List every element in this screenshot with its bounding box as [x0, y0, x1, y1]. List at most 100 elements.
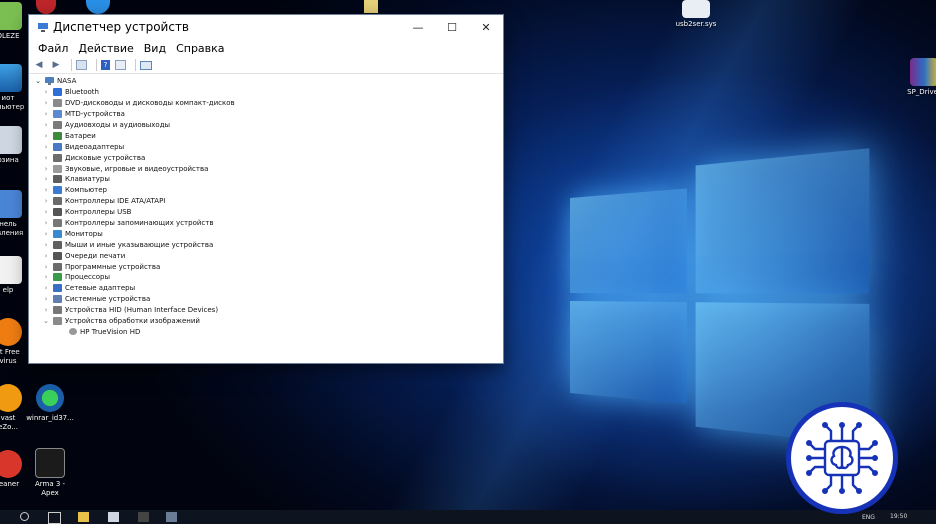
expand-chevron-icon[interactable]: ›	[41, 99, 51, 107]
expand-chevron-icon[interactable]: ›	[41, 219, 51, 227]
expand-chevron-icon[interactable]: ›	[41, 154, 51, 162]
expand-chevron-icon[interactable]: ›	[41, 241, 51, 249]
tree-item[interactable]: › DVD-дисководы и дисководы компакт-диско…	[33, 98, 503, 109]
computer-icon	[45, 77, 54, 85]
tree-item[interactable]: › Мыши и иные указывающие устройства	[33, 239, 503, 250]
device-manager-window[interactable]: Диспетчер устройств — ☐ ✕ Файл Действие …	[28, 14, 504, 364]
monitor-scan-icon[interactable]	[140, 61, 152, 70]
desktop-icon-usb2ser[interactable]: usb2ser.sys	[666, 0, 726, 29]
expand-chevron-icon[interactable]: ›	[41, 284, 51, 292]
ccleaner-icon	[0, 450, 22, 478]
desktop-icon-arma[interactable]: Arma 3 - Apex	[20, 448, 80, 498]
expand-chevron-icon[interactable]: ›	[41, 295, 51, 303]
expand-chevron-icon[interactable]: ›	[41, 306, 51, 314]
tree-item[interactable]: › Процессоры	[33, 272, 503, 283]
expand-chevron-icon[interactable]: ›	[41, 263, 51, 271]
desktop-icon-label: leaner	[0, 480, 19, 488]
collapse-chevron-icon[interactable]: ⌄	[33, 77, 43, 85]
device-category-icon	[53, 317, 62, 325]
tree-item-label: Дисковые устройства	[65, 154, 145, 162]
tree-item-label: DVD-дисководы и дисководы компакт-дисков	[65, 99, 235, 107]
collapse-chevron-icon[interactable]: ⌄	[41, 317, 51, 325]
control-panel-icon	[0, 190, 22, 218]
folder-icon[interactable]	[364, 0, 378, 13]
expand-chevron-icon[interactable]: ›	[41, 252, 51, 260]
tree-item-label: Очереди печати	[65, 252, 125, 260]
search-icon[interactable]	[20, 512, 29, 521]
tree-item[interactable]: › Компьютер	[33, 185, 503, 196]
properties-icon[interactable]	[76, 60, 87, 70]
expand-chevron-icon[interactable]: ›	[41, 197, 51, 205]
tree-item[interactable]: › Bluetooth	[33, 87, 503, 98]
tree-item[interactable]: › Клавиатуры	[33, 174, 503, 185]
menu-action[interactable]: Действие	[73, 42, 138, 55]
expand-chevron-icon[interactable]: ›	[41, 208, 51, 216]
tree-item-label: Батареи	[65, 132, 96, 140]
desktop-icon-winrar[interactable]: winrar_id37...	[20, 384, 80, 423]
computer-icon	[0, 64, 22, 92]
menu-view[interactable]: Вид	[139, 42, 171, 55]
language-indicator[interactable]: ENG	[862, 514, 875, 521]
tree-item[interactable]: › Дисковые устройства	[33, 152, 503, 163]
details-icon[interactable]	[115, 60, 126, 70]
expand-chevron-icon[interactable]: ›	[41, 165, 51, 173]
expand-chevron-icon[interactable]: ›	[41, 88, 51, 96]
file-explorer-icon[interactable]	[78, 512, 89, 522]
tree-item[interactable]: › Мониторы	[33, 228, 503, 239]
tree-item[interactable]: › Контроллеры USB	[33, 207, 503, 218]
desktop-icon-label: OLEZE	[0, 32, 20, 40]
tree-item-label: Устройства HID (Human Interface Devices)	[65, 306, 218, 314]
tree-item-label: Клавиатуры	[65, 175, 110, 183]
menu-file[interactable]: Файл	[33, 42, 73, 55]
expand-chevron-icon[interactable]: ›	[41, 132, 51, 140]
title-bar[interactable]: Диспетчер устройств — ☐ ✕	[29, 15, 503, 39]
clock[interactable]: 19:50	[890, 513, 907, 520]
forward-icon[interactable]: ▶	[50, 60, 62, 71]
tree-item[interactable]: › MTD-устройства	[33, 109, 503, 120]
tree-item-label: Аудиовходы и аудиовыходы	[65, 121, 170, 129]
app-icon	[0, 2, 22, 30]
windows-logo-wallpaper	[570, 133, 916, 447]
device-category-icon	[53, 143, 62, 151]
expand-chevron-icon[interactable]: ›	[41, 186, 51, 194]
menu-help[interactable]: Справка	[171, 42, 229, 55]
tree-item-label: Звуковые, игровые и видеоустройства	[65, 165, 208, 173]
app-icon[interactable]	[108, 512, 119, 522]
tree-item[interactable]: › Батареи	[33, 130, 503, 141]
tree-item[interactable]: › Сетевые адаптеры	[33, 283, 503, 294]
tree-item[interactable]: › Системные устройства	[33, 294, 503, 305]
device-manager-taskbar-icon[interactable]	[166, 512, 177, 522]
tree-item[interactable]: › Контроллеры IDE ATA/ATAPI	[33, 196, 503, 207]
task-view-icon[interactable]	[48, 512, 61, 524]
tree-child-item[interactable]: HP TrueVision HD	[33, 326, 503, 337]
tree-item[interactable]: ⌄ Устройства обработки изображений	[33, 316, 503, 327]
tree-item[interactable]: › Контроллеры запоминающих устройств	[33, 218, 503, 229]
expand-chevron-icon[interactable]: ›	[41, 121, 51, 129]
device-manager-icon	[37, 21, 49, 33]
tree-root[interactable]: ⌄ NASA	[33, 76, 503, 87]
device-category-icon	[53, 306, 62, 314]
taskbar: ENG 19:50	[0, 510, 936, 524]
tree-item[interactable]: › Очереди печати	[33, 250, 503, 261]
maximize-button[interactable]: ☐	[435, 15, 469, 39]
minimize-button[interactable]: —	[401, 15, 435, 39]
expand-chevron-icon[interactable]: ›	[41, 230, 51, 238]
desktop-icon-sp-driver[interactable]: SP_Driver	[894, 58, 936, 97]
expand-chevron-icon[interactable]: ›	[41, 143, 51, 151]
tree-item[interactable]: › Устройства HID (Human Interface Devices…	[33, 305, 503, 316]
desktop-icon-label: иот мпьютер	[0, 94, 24, 111]
help-icon[interactable]: ?	[101, 60, 110, 70]
expand-chevron-icon[interactable]: ›	[41, 175, 51, 183]
tree-item-label: Устройства обработки изображений	[65, 317, 200, 325]
tree-item[interactable]: › Аудиовходы и аудиовыходы	[33, 120, 503, 131]
tree-item[interactable]: › Видеоадаптеры	[33, 141, 503, 152]
expand-chevron-icon[interactable]: ›	[41, 273, 51, 281]
expand-chevron-icon[interactable]: ›	[41, 110, 51, 118]
desktop-icon-label: winrar_id37...	[26, 414, 74, 422]
desktop-icon-label: рзина	[0, 156, 19, 164]
tree-item[interactable]: › Звуковые, игровые и видеоустройства	[33, 163, 503, 174]
close-button[interactable]: ✕	[469, 15, 503, 39]
app-icon[interactable]	[138, 512, 149, 522]
back-icon[interactable]: ◀	[33, 60, 45, 71]
tree-item[interactable]: › Программные устройства	[33, 261, 503, 272]
